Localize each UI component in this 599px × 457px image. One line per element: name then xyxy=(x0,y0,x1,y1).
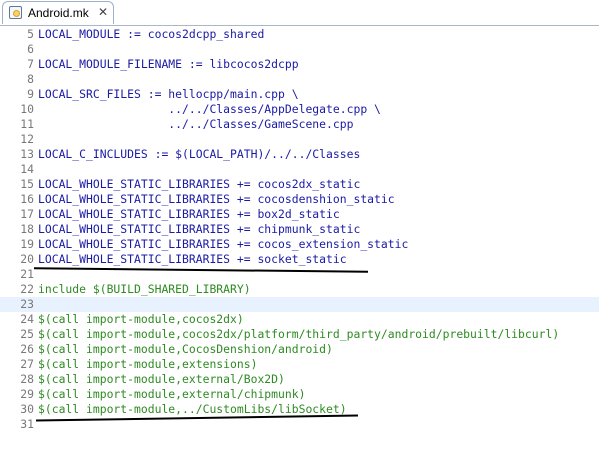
code-line[interactable]: 20 LOCAL_WHOLE_STATIC_LIBRARIES += socket… xyxy=(0,252,599,267)
code-line[interactable]: 27 $(call import-module,extensions) xyxy=(0,357,599,372)
code-text: LOCAL_WHOLE_STATIC_LIBRARIES += cocosden… xyxy=(38,192,395,206)
line-number: 30 xyxy=(20,402,34,416)
line-number: 9 xyxy=(27,87,34,101)
code-text: LOCAL_WHOLE_STATIC_LIBRARIES += socket_s… xyxy=(38,252,347,266)
line-number: 22 xyxy=(20,282,34,296)
tab-android-mk[interactable]: Android.mk ✕ xyxy=(2,1,114,24)
tab-title: Android.mk xyxy=(28,6,89,20)
line-number: 29 xyxy=(20,387,34,401)
line-number: 28 xyxy=(20,372,34,386)
line-number: 18 xyxy=(20,222,34,236)
code-text: LOCAL_MODULE_FILENAME := libcocos2dcpp xyxy=(38,57,299,71)
code-text: LOCAL_WHOLE_STATIC_LIBRARIES += cocos2dx… xyxy=(38,177,361,191)
close-icon[interactable]: ✕ xyxy=(98,5,108,19)
line-number: 8 xyxy=(27,72,34,86)
code-line[interactable]: 6 xyxy=(0,42,599,57)
code-line[interactable]: 23 xyxy=(0,297,599,312)
line-number: 12 xyxy=(20,132,34,146)
line-number: 19 xyxy=(20,237,34,251)
code-line[interactable]: 25 $(call import-module,cocos2dx/platform… xyxy=(0,327,599,342)
code-line[interactable]: 14 xyxy=(0,162,599,177)
code-line[interactable]: 9 LOCAL_SRC_FILES := hellocpp/main.cpp \ xyxy=(0,87,599,102)
line-number: 13 xyxy=(20,147,34,161)
code-line[interactable]: 29 $(call import-module,external/chipmunk… xyxy=(0,387,599,402)
code-line[interactable]: 5 LOCAL_MODULE := cocos2dcpp_shared xyxy=(0,27,599,42)
line-number: 16 xyxy=(20,192,34,206)
code-line[interactable]: 16 LOCAL_WHOLE_STATIC_LIBRARIES += cocosd… xyxy=(0,192,599,207)
line-number: 27 xyxy=(20,357,34,371)
line-number: 31 xyxy=(20,417,34,431)
line-number: 26 xyxy=(20,342,34,356)
line-number: 15 xyxy=(20,177,34,191)
code-line[interactable]: 11 ../../Classes/GameScene.cpp xyxy=(0,117,599,132)
code-text: LOCAL_WHOLE_STATIC_LIBRARIES += chipmunk… xyxy=(38,222,361,236)
code-line[interactable]: 18 LOCAL_WHOLE_STATIC_LIBRARIES += chipmu… xyxy=(0,222,599,237)
code-text: $(call import-module,CocosDenshion/andro… xyxy=(38,342,333,356)
code-text: LOCAL_MODULE := cocos2dcpp_shared xyxy=(38,27,265,41)
makefile-icon xyxy=(9,6,22,19)
code-text: $(call import-module,external/chipmunk) xyxy=(38,387,306,401)
line-number: 21 xyxy=(20,267,34,281)
line-number: 5 xyxy=(27,27,34,41)
code-text: $(call import-module,external/Box2D) xyxy=(38,372,285,386)
code-line[interactable]: 26 $(call import-module,CocosDenshion/and… xyxy=(0,342,599,357)
line-number: 20 xyxy=(20,252,34,266)
code-text: LOCAL_SRC_FILES := hellocpp/main.cpp \ xyxy=(38,87,299,101)
code-line[interactable]: 10 ../../Classes/AppDelegate.cpp \ xyxy=(0,102,599,117)
code-line[interactable]: 12 xyxy=(0,132,599,147)
code-line[interactable]: 22 include $(BUILD_SHARED_LIBRARY) xyxy=(0,282,599,297)
line-number: 17 xyxy=(20,207,34,221)
code-text: LOCAL_WHOLE_STATIC_LIBRARIES += cocos_ex… xyxy=(38,237,409,251)
code-line[interactable]: 28 $(call import-module,external/Box2D) xyxy=(0,372,599,387)
code-text: LOCAL_WHOLE_STATIC_LIBRARIES += box2d_st… xyxy=(38,207,340,221)
line-number: 11 xyxy=(20,117,34,131)
code-text: $(call import-module,cocos2dx/platform/t… xyxy=(38,327,560,341)
code-line[interactable]: 13 LOCAL_C_INCLUDES := $(LOCAL_PATH)/../.… xyxy=(0,147,599,162)
code-text: ../../Classes/AppDelegate.cpp \ xyxy=(38,102,381,116)
line-number: 14 xyxy=(20,162,34,176)
line-number: 24 xyxy=(20,312,34,326)
code-line[interactable]: 8 xyxy=(0,72,599,87)
line-number: 23 xyxy=(20,297,34,311)
line-number: 25 xyxy=(20,327,34,341)
line-number: 6 xyxy=(27,42,34,56)
line-number: 7 xyxy=(27,57,34,71)
code-editor[interactable]: 5 LOCAL_MODULE := cocos2dcpp_shared 6 7 LOCA… xyxy=(0,26,599,457)
code-text: $(call import-module,extensions) xyxy=(38,357,258,371)
code-line[interactable]: 17 LOCAL_WHOLE_STATIC_LIBRARIES += box2d_… xyxy=(0,207,599,222)
code-text: LOCAL_C_INCLUDES := $(LOCAL_PATH)/../../… xyxy=(38,147,361,161)
code-text: $(call import-module,cocos2dx) xyxy=(38,312,244,326)
code-line[interactable]: 15 LOCAL_WHOLE_STATIC_LIBRARIES += cocos2… xyxy=(0,177,599,192)
line-number: 10 xyxy=(20,102,34,116)
code-line[interactable]: 19 LOCAL_WHOLE_STATIC_LIBRARIES += cocos_… xyxy=(0,237,599,252)
code-text: ../../Classes/GameScene.cpp xyxy=(38,117,354,131)
code-text: include $(BUILD_SHARED_LIBRARY) xyxy=(38,282,251,296)
code-line[interactable]: 7 LOCAL_MODULE_FILENAME := libcocos2dcpp xyxy=(0,57,599,72)
editor-tab-bar: Android.mk ✕ xyxy=(0,0,599,26)
code-line[interactable]: 24 $(call import-module,cocos2dx) xyxy=(0,312,599,327)
